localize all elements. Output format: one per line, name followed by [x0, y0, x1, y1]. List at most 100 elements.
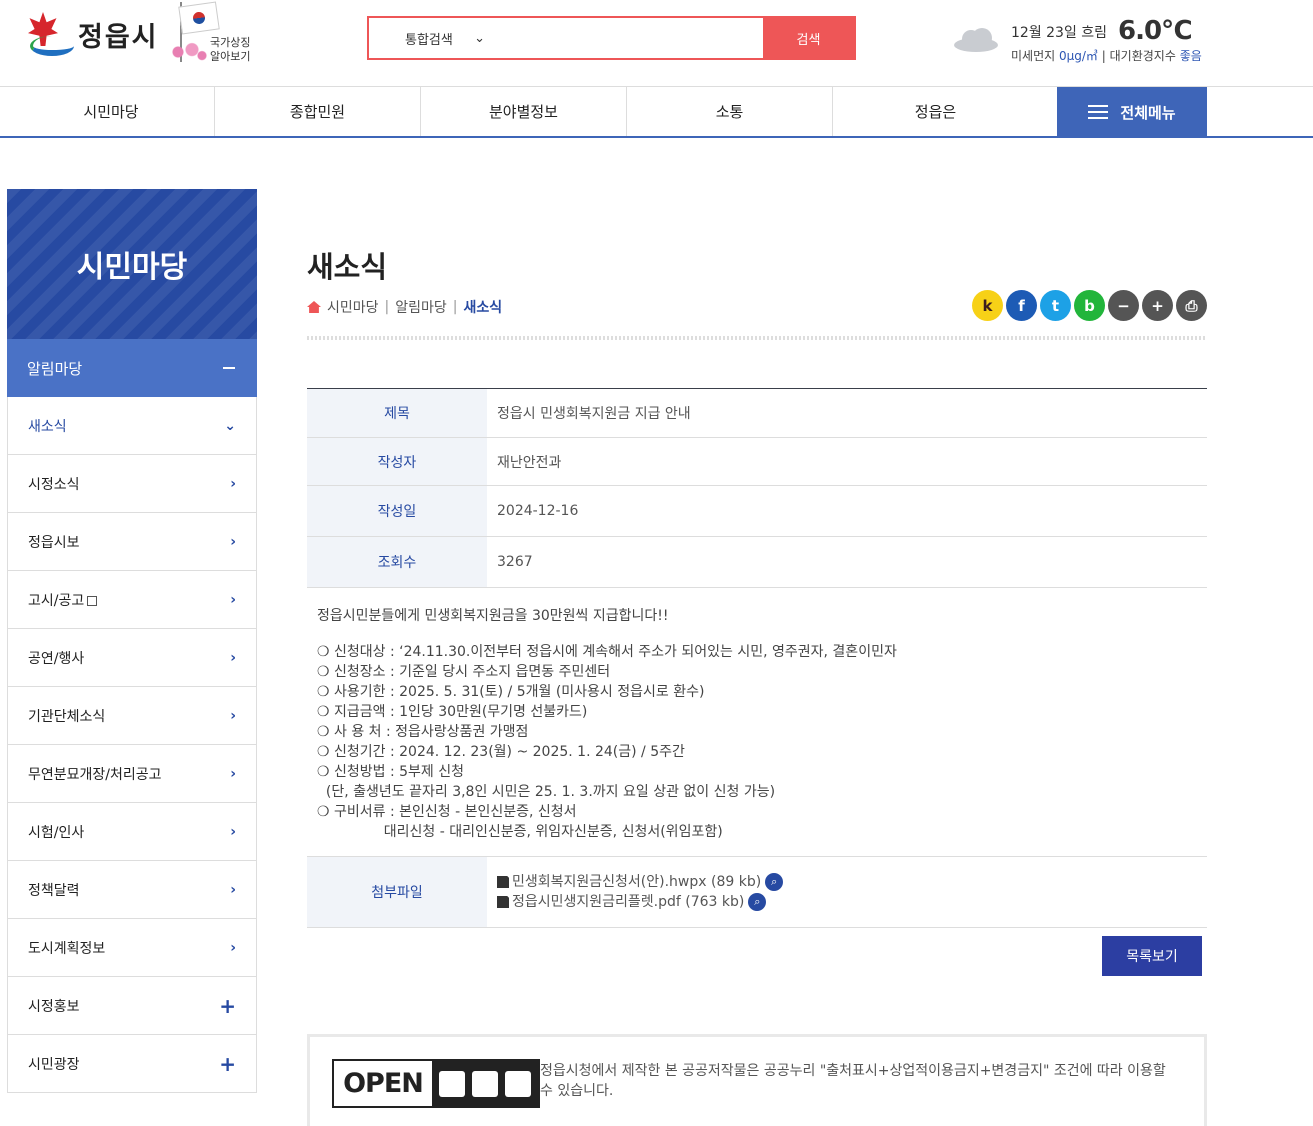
field-label: 작성일	[307, 486, 487, 536]
chevron-down-icon: ⌄	[474, 30, 485, 46]
kakaostory-icon[interactable]: k	[972, 290, 1003, 321]
national-symbol-line2: 알아보기	[210, 50, 251, 63]
no-derivatives-icon	[504, 1070, 531, 1097]
kogl-license: OPEN 정읍시청에서 제작한 본 공공저작물은 공공누리 "출처표시+상업적이…	[307, 1034, 1207, 1126]
sidebar-item-label: 공연/행사	[28, 650, 85, 667]
article-line: ❍ 사 용 처 : 정읍사랑상품권 가맹점	[317, 724, 529, 740]
article-line: ❍ 신청방법 : 5부제 신청	[317, 764, 465, 780]
sidebar-item-events[interactable]: 공연/행사 ›	[8, 629, 256, 687]
gnb-item-about[interactable]: 정읍은	[832, 87, 1038, 136]
article-line: ❍ 신청대상 : ‘24.11.30.이전부터 정읍시에 계속해서 주소가 되어…	[317, 644, 897, 660]
sidebar-item-promotion[interactable]: 시정홍보 +	[8, 977, 256, 1035]
city-name: 정읍시	[78, 21, 159, 53]
sidebar-menu: 새소식 ⌄ 시정소식 › 정읍시보 › 고시/공고 › 공연/행사 › 기관단체소식 › 무…	[7, 397, 257, 1093]
article-line: ❍ 신청기간 : 2024. 12. 23(월) ~ 2025. 1. 24(금…	[317, 744, 685, 760]
chevron-right-icon: ›	[230, 707, 236, 724]
plus-icon: +	[219, 993, 236, 1018]
article-view: 제목 정읍시 민생회복지원금 지급 안내 작성자 재난안전과 작성일 2024-…	[307, 388, 1207, 928]
attachment-link[interactable]: 정읍시민생지원금리플렛.pdf (763 kb)	[512, 892, 744, 912]
list-button[interactable]: 목록보기	[1102, 936, 1202, 976]
weather-widget: 12월 23일 흐림 6.0℃ 미세먼지 0μg/㎥ | 대기환경지수 좋음	[950, 16, 1210, 68]
field-row-author: 작성자 재난안전과	[307, 438, 1207, 486]
band-icon[interactable]: b	[1074, 290, 1105, 321]
plus-icon: +	[219, 1051, 236, 1076]
sidebar-item-policy-calendar[interactable]: 정책달력 ›	[8, 861, 256, 919]
sidebar-item-label: 정읍시보	[28, 534, 80, 551]
all-menu-button[interactable]: 전체메뉴	[1057, 87, 1207, 137]
kogl-open-logo: OPEN	[343, 1068, 424, 1099]
sidebar-group-label: 알림마당	[27, 359, 83, 378]
dust-label: 미세먼지	[1011, 49, 1056, 63]
sidebar-item-label: 시정소식	[28, 476, 80, 493]
preview-icon[interactable]: ⌕	[748, 893, 767, 911]
weather-date: 12월 23일 흐림	[1011, 25, 1108, 41]
facebook-icon[interactable]: f	[1006, 290, 1037, 321]
air-index-value: 좋음	[1179, 49, 1202, 63]
twitter-icon[interactable]: t	[1040, 290, 1071, 321]
gnb-item-communication[interactable]: 소통	[626, 87, 832, 136]
sidebar-item-label: 시험/인사	[28, 824, 85, 841]
search-button[interactable]: 검색	[763, 18, 854, 58]
zoom-in-icon[interactable]: +	[1142, 290, 1173, 321]
article-line: ❍ 신청장소 : 기준일 당시 주소지 읍면동 주민센터	[317, 664, 611, 680]
chevron-right-icon: ›	[230, 591, 236, 608]
sidebar-item-label: 시정홍보	[28, 998, 80, 1015]
sidebar-item-city-news[interactable]: 시정소식 ›	[8, 455, 256, 513]
sidebar-item-label: 새소식	[28, 418, 67, 435]
field-row-date: 작성일 2024-12-16	[307, 486, 1207, 537]
site-logo[interactable]: 정읍시	[26, 12, 159, 56]
chevron-right-icon: ›	[230, 939, 236, 956]
breadcrumb-item[interactable]: 시민마당	[327, 297, 379, 317]
chevron-right-icon: ›	[230, 765, 236, 782]
attribution-icon	[439, 1070, 466, 1097]
sidebar-item-plaza[interactable]: 시민광장 +	[8, 1035, 256, 1093]
sidebar-item-label: 정책달력	[28, 882, 80, 899]
attachment-item: 정읍시민생지원금리플렛.pdf (763 kb) ⌕	[497, 892, 767, 912]
field-label: 조회수	[307, 537, 487, 587]
air-quality-info: 미세먼지 0μg/㎥ | 대기환경지수 좋음	[1011, 49, 1202, 63]
article-title: 정읍시 민생회복지원금 지급 안내	[497, 406, 691, 422]
sidebar-item-notices[interactable]: 고시/공고 ›	[8, 571, 256, 629]
kogl-text: 정읍시청에서 제작한 본 공공저작물은 공공누리 "출처표시+상업적이용금지+변…	[540, 1063, 1166, 1099]
sidebar-title: 시민마당	[7, 189, 257, 339]
print-icon[interactable]: ⎙	[1176, 290, 1207, 321]
sidebar-item-news[interactable]: 새소식 ⌄	[8, 397, 256, 455]
file-icon	[497, 896, 509, 908]
sidebar-group-notice[interactable]: 알림마당	[7, 339, 257, 397]
air-index-label: 대기환경지수	[1109, 49, 1176, 63]
divider	[307, 336, 1207, 340]
mugunghwa-icon	[168, 40, 208, 64]
sidebar-item-exams[interactable]: 시험/인사 ›	[8, 803, 256, 861]
chevron-right-icon: ›	[230, 475, 236, 492]
site-header: 정읍시 국가상징 알아보기 통합검색 ⌄ 검색 12월 23일 흐림 6.0℃ …	[0, 0, 1313, 86]
sidebar-item-graves[interactable]: 무연분묘개장/처리공고 ›	[8, 745, 256, 803]
gnb-item-civil-service[interactable]: 종합민원	[214, 87, 420, 136]
gnb-item-citizen[interactable]: 시민마당	[8, 87, 214, 136]
article-body: 정읍시민분들에게 민생회복지원금을 30만원씩 지급합니다!! ❍ 신청대상 :…	[307, 588, 1207, 857]
chevron-right-icon: ›	[230, 823, 236, 840]
breadcrumb: 시민마당 | 알림마당 | 새소식	[307, 297, 502, 317]
national-symbol-link[interactable]: 국가상징 알아보기	[168, 1, 258, 68]
search-category-select[interactable]: 통합검색 ⌄	[369, 18, 499, 58]
preview-icon[interactable]: ⌕	[765, 873, 784, 891]
field-row-views: 조회수 3267	[307, 537, 1207, 588]
sidebar-item-label: 고시/공고	[28, 592, 85, 609]
new-window-icon	[87, 595, 98, 606]
attachment-link[interactable]: 민생회복지원금신청서(안).hwpx (89 kb)	[512, 872, 761, 892]
file-icon	[497, 876, 509, 888]
sidebar-item-city-bulletin[interactable]: 정읍시보 ›	[8, 513, 256, 571]
minus-icon	[223, 367, 235, 369]
breadcrumb-item[interactable]: 알림마당	[395, 297, 447, 317]
home-icon[interactable]	[307, 301, 321, 313]
page-title: 새소식	[307, 250, 388, 284]
gnb-item-fields[interactable]: 분야별정보	[420, 87, 626, 136]
search-input[interactable]	[499, 18, 763, 58]
article-intro: 정읍시민분들에게 민생회복지원금을 30만원씩 지급합니다!!	[317, 608, 669, 624]
weather-temperature: 6.0℃	[1118, 16, 1193, 46]
sidebar-item-label: 무연분묘개장/처리공고	[28, 766, 162, 783]
attachment-item: 민생회복지원금신청서(안).hwpx (89 kb) ⌕	[497, 872, 784, 892]
article-author: 재난안전과	[497, 454, 562, 471]
sidebar-item-organizations[interactable]: 기관단체소식 ›	[8, 687, 256, 745]
sidebar-item-urban-planning[interactable]: 도시계획정보 ›	[8, 919, 256, 977]
zoom-out-icon[interactable]: −	[1108, 290, 1139, 321]
